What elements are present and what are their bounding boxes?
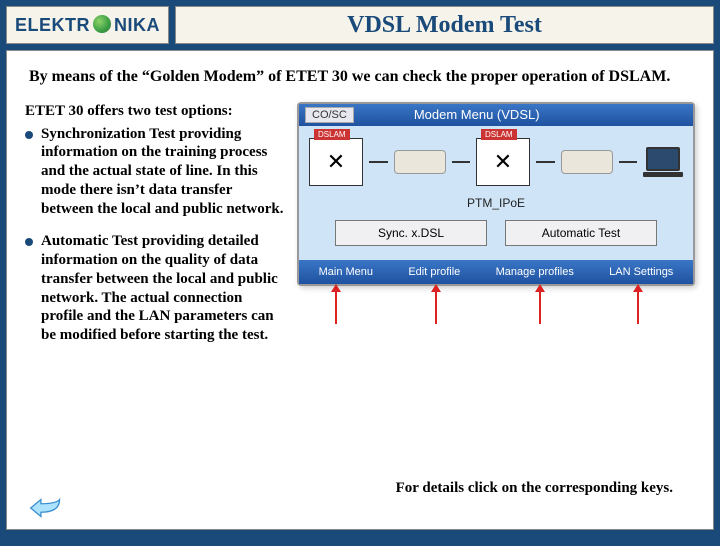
globe-icon bbox=[93, 15, 111, 33]
modem-icon bbox=[561, 150, 613, 174]
sync-xdsl-button[interactable]: Sync. x.DSL bbox=[335, 220, 487, 246]
dslam-label: DSLAM bbox=[481, 129, 517, 140]
body-row: ETET 30 offers two test options: Synchro… bbox=[25, 102, 695, 359]
wire-icon bbox=[619, 161, 638, 163]
modem-icon bbox=[394, 150, 446, 174]
bottom-bar: Main Menu Edit profile Manage profiles L… bbox=[299, 260, 693, 284]
lead-text: ETET 30 offers two test options: bbox=[25, 102, 285, 121]
back-arrow-button[interactable] bbox=[29, 497, 63, 519]
arrow-icon bbox=[335, 290, 337, 324]
dslam-box: DSLAM ✕ bbox=[476, 138, 530, 186]
bullet-text: Synchronization Test providing informati… bbox=[41, 125, 285, 219]
big-buttons: Sync. x.DSL Automatic Test bbox=[309, 220, 683, 246]
automatic-test-button[interactable]: Automatic Test bbox=[505, 220, 657, 246]
intro-text: By means of the “Golden Modem” of ETET 3… bbox=[29, 67, 691, 88]
bullet-text: Automatic Test providing detailed inform… bbox=[41, 232, 285, 345]
arrow-row bbox=[297, 286, 695, 324]
laptop-icon bbox=[643, 147, 683, 177]
arrow-icon bbox=[435, 290, 437, 324]
wire-icon bbox=[452, 161, 471, 163]
panel-header: CO/SC Modem Menu (VDSL) bbox=[299, 104, 693, 126]
cosc-badge: CO/SC bbox=[305, 107, 354, 123]
bullet-icon bbox=[25, 238, 33, 246]
right-column: CO/SC Modem Menu (VDSL) DSLAM ✕ bbox=[297, 102, 695, 359]
bullet-icon bbox=[25, 131, 33, 139]
manage-profiles-key[interactable]: Manage profiles bbox=[492, 264, 578, 280]
lan-settings-key[interactable]: LAN Settings bbox=[605, 264, 677, 280]
page-title: VDSL Modem Test bbox=[175, 6, 714, 44]
slide: ELEKTR NIKA VDSL Modem Test By means of … bbox=[0, 6, 720, 546]
header: ELEKTR NIKA VDSL Modem Test bbox=[6, 6, 714, 44]
title-text: VDSL Modem Test bbox=[347, 12, 542, 39]
panel-title: Modem Menu (VDSL) bbox=[414, 107, 540, 122]
wire-icon bbox=[369, 161, 388, 163]
content-panel: By means of the “Golden Modem” of ETET 3… bbox=[6, 50, 714, 530]
diagram-row: DSLAM ✕ DSLAM ✕ bbox=[309, 138, 683, 186]
bullet-item: Automatic Test providing detailed inform… bbox=[25, 232, 285, 345]
main-menu-key[interactable]: Main Menu bbox=[315, 264, 377, 280]
logo-text-right: NIKA bbox=[114, 15, 160, 36]
arrow-icon bbox=[637, 290, 639, 324]
arrow-icon bbox=[539, 290, 541, 324]
brand-logo: ELEKTR NIKA bbox=[6, 6, 169, 44]
dslam-label: DSLAM bbox=[314, 129, 350, 140]
edit-profile-key[interactable]: Edit profile bbox=[404, 264, 464, 280]
bullet-item: Synchronization Test providing informati… bbox=[25, 125, 285, 219]
footer-hint: For details click on the corresponding k… bbox=[396, 480, 673, 497]
ptm-label: PTM_IPoE bbox=[309, 196, 683, 210]
logo-text-left: ELEKTR bbox=[15, 15, 90, 36]
dslam-box: DSLAM ✕ bbox=[309, 138, 363, 186]
wire-icon bbox=[536, 161, 555, 163]
device-panel: CO/SC Modem Menu (VDSL) DSLAM ✕ bbox=[297, 102, 695, 286]
left-column: ETET 30 offers two test options: Synchro… bbox=[25, 102, 285, 359]
panel-body: DSLAM ✕ DSLAM ✕ bbox=[299, 126, 693, 260]
